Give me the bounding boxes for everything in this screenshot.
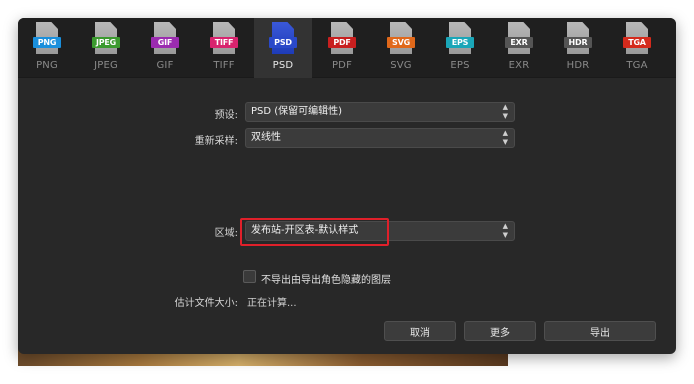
- preset-value: PSD (保留可编辑性): [251, 106, 343, 117]
- format-selector-bar: PNG PNG JPEG JPEG GIF GIF TIFF TIFF PSD …: [18, 18, 676, 78]
- hide-layers-label: 不导出由导出角色隐藏的图层: [261, 275, 391, 286]
- updown-chevron-icon: ▲ ▼: [502, 222, 508, 239]
- export-dialog: PNG PNG JPEG JPEG GIF GIF TIFF TIFF PSD …: [18, 18, 676, 354]
- format-tab-hdr[interactable]: HDR HDR: [549, 18, 607, 78]
- format-tab-jpeg[interactable]: JPEG JPEG: [77, 18, 135, 78]
- format-tab-psd[interactable]: PSD PSD: [254, 18, 312, 78]
- format-tab-tiff[interactable]: TIFF TIFF: [195, 18, 253, 78]
- estimated-size-label: 估计文件大小:: [174, 298, 238, 309]
- updown-chevron-icon: ▲ ▼: [502, 129, 508, 146]
- psd-file-icon: PSD: [269, 22, 297, 56]
- updown-chevron-icon: ▲ ▼: [502, 103, 508, 120]
- estimated-size-value: 正在计算...: [247, 298, 297, 309]
- format-tab-gif[interactable]: GIF GIF: [136, 18, 194, 78]
- format-label: TGA: [626, 60, 648, 71]
- eps-file-icon: EPS: [446, 22, 474, 56]
- hide-layers-checkbox[interactable]: [243, 270, 256, 283]
- format-label: TIFF: [213, 60, 235, 71]
- format-tab-svg[interactable]: SVG SVG: [372, 18, 430, 78]
- format-tab-eps[interactable]: EPS EPS: [431, 18, 489, 78]
- area-label: 区域:: [214, 228, 238, 239]
- hdr-file-icon: HDR: [564, 22, 592, 56]
- format-label: PDF: [331, 60, 353, 71]
- resample-label: 重新采样:: [194, 136, 238, 147]
- gif-file-icon: GIF: [151, 22, 179, 56]
- format-label: EXR: [508, 60, 530, 71]
- cancel-button[interactable]: 取消: [384, 321, 456, 341]
- format-label: EPS: [450, 60, 470, 71]
- format-tab-pdf[interactable]: PDF PDF: [313, 18, 371, 78]
- format-label: SVG: [390, 60, 412, 71]
- svg-file-icon: SVG: [387, 22, 415, 56]
- format-tab-png[interactable]: PNG PNG: [18, 18, 76, 78]
- tga-file-icon: TGA: [623, 22, 651, 56]
- jpeg-file-icon: JPEG: [92, 22, 120, 56]
- preset-label: 预设:: [214, 110, 238, 121]
- more-button[interactable]: 更多: [464, 321, 536, 341]
- resample-select[interactable]: 双线性 ▲ ▼: [245, 128, 515, 148]
- format-label: PNG: [36, 60, 58, 71]
- format-label: GIF: [156, 60, 174, 71]
- format-tab-exr[interactable]: EXR EXR: [490, 18, 548, 78]
- tiff-file-icon: TIFF: [210, 22, 238, 56]
- annotation-highlight-box: [240, 218, 389, 246]
- png-file-icon: PNG: [33, 22, 61, 56]
- format-tab-tga[interactable]: TGA TGA: [608, 18, 666, 78]
- exr-file-icon: EXR: [505, 22, 533, 56]
- resample-value: 双线性: [251, 132, 281, 143]
- format-label: HDR: [566, 60, 590, 71]
- format-label: JPEG: [94, 60, 118, 71]
- pdf-file-icon: PDF: [328, 22, 356, 56]
- export-button[interactable]: 导出: [544, 321, 656, 341]
- preset-select[interactable]: PSD (保留可编辑性) ▲ ▼: [245, 102, 515, 122]
- format-label: PSD: [272, 60, 294, 71]
